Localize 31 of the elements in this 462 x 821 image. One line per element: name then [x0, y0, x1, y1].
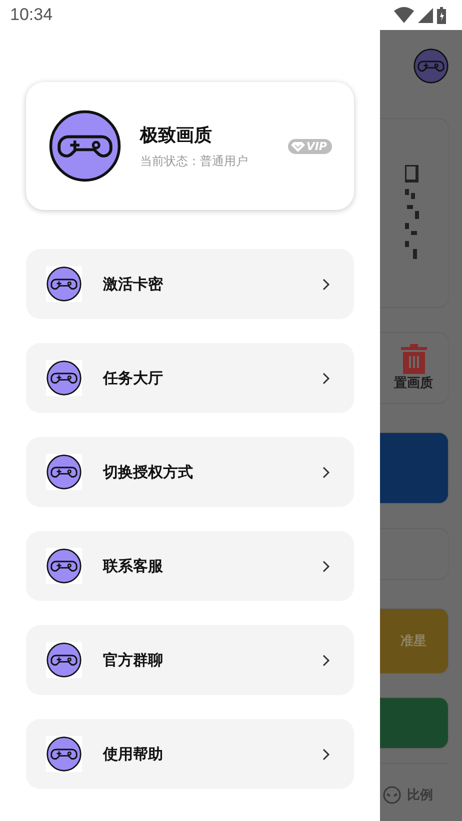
- chevron-icon: [322, 654, 330, 666]
- chevron-icon: [322, 748, 330, 760]
- menu-item[interactable]: 联系客服: [26, 531, 354, 601]
- gamepad-icon: [413, 48, 449, 84]
- gamepad-icon: [46, 736, 82, 772]
- menu-item[interactable]: 切换授权方式: [26, 437, 354, 507]
- profile-status: 当前状态：普通用户: [140, 152, 249, 170]
- reset-label: 置画质: [394, 375, 433, 392]
- vip-badge: VIP: [288, 138, 332, 154]
- chevron-icon: [322, 466, 330, 478]
- menu-item[interactable]: 官方群聊: [26, 625, 354, 695]
- crosshair-label: 准星: [400, 633, 426, 650]
- wifi-icon: [394, 7, 414, 23]
- gamepad-icon: [46, 642, 82, 678]
- gamepad-icon: [46, 266, 82, 302]
- gamepad-icon: [48, 109, 122, 183]
- chevron-icon: [322, 372, 330, 384]
- status-time: 10:34: [10, 5, 53, 25]
- gamepad-icon: [46, 360, 82, 396]
- menu-item[interactable]: 使用帮助: [26, 719, 354, 789]
- signal-icon: [418, 8, 433, 22]
- profile-title: 极致画质: [140, 124, 213, 146]
- gamepad-icon: [46, 548, 82, 584]
- chevron-icon: [322, 560, 330, 572]
- menu-item[interactable]: 激活卡密: [26, 249, 354, 319]
- gamepad-icon: [46, 454, 82, 490]
- alien-icon: [383, 786, 401, 804]
- chevron-icon: [322, 278, 330, 290]
- menu-item[interactable]: 任务大厅: [26, 343, 354, 413]
- battery-icon: [437, 6, 446, 24]
- trash-icon: [400, 344, 428, 374]
